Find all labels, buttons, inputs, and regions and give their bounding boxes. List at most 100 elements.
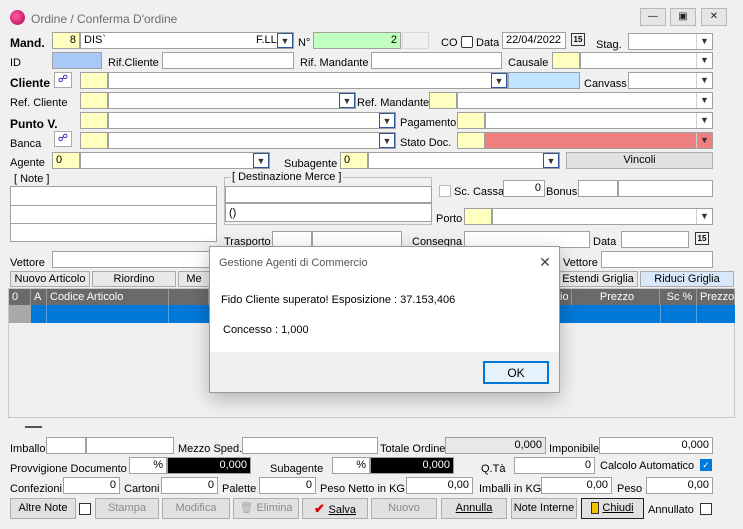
chevron-down-icon[interactable]: ▼	[379, 133, 395, 148]
ok-button[interactable]: OK	[483, 361, 549, 384]
cliente-code[interactable]	[80, 72, 108, 89]
chevron-down-icon[interactable]: ▼	[543, 153, 559, 168]
subagente-label: Subagente	[284, 158, 338, 170]
calendar-icon[interactable]: 15	[571, 33, 585, 46]
data2-field[interactable]	[621, 231, 689, 248]
sc-cassa-checkbox[interactable]	[439, 185, 451, 197]
bonus-field-2[interactable]	[618, 180, 713, 197]
chevron-down-icon[interactable]: ▼	[253, 153, 269, 168]
canvass-select[interactable]: ▼	[628, 72, 713, 89]
tab-riordino[interactable]: Riordino	[92, 271, 176, 287]
imballi-field[interactable]: 0,00	[541, 477, 612, 494]
pagamento-select[interactable]: ▼	[485, 112, 713, 129]
annulla-button[interactable]: Annulla	[441, 498, 507, 519]
chevron-down-icon[interactable]: ▼	[339, 93, 355, 108]
dest-field-1[interactable]	[225, 186, 432, 203]
mand-name-field[interactable]: DIS` F.LL ▼	[80, 32, 294, 49]
annullato-checkbox[interactable]	[700, 503, 712, 515]
agente-code[interactable]: 0	[52, 152, 80, 169]
altre-note-button[interactable]: Altre Note	[10, 498, 76, 519]
stato-doc-select[interactable]: ▼	[485, 132, 713, 149]
punto-v-select[interactable]: ▼	[108, 112, 396, 129]
elimina-button[interactable]: 🗑 Elimina	[233, 498, 299, 519]
note-interne-button[interactable]: Note Interne	[511, 498, 577, 519]
n-field[interactable]: 2	[313, 32, 401, 49]
stato-doc-code[interactable]	[457, 132, 485, 149]
modifica-button[interactable]: Modifica	[162, 498, 230, 519]
calendar-icon[interactable]: 15	[695, 232, 709, 245]
cliente-extra-field[interactable]	[508, 72, 580, 89]
porto-select[interactable]: ▼	[492, 208, 713, 225]
rif-mandante-field[interactable]	[371, 52, 502, 69]
splitter-handle[interactable]	[25, 426, 42, 428]
sc-cassa-field[interactable]: 0	[503, 180, 545, 197]
co-checkbox[interactable]	[461, 36, 473, 48]
id-field[interactable]	[52, 52, 102, 69]
maximize-button[interactable]: ▣	[670, 8, 696, 26]
imballo-field-2[interactable]	[86, 437, 174, 454]
peso-label: Peso	[617, 483, 643, 495]
subagente-code[interactable]: 0	[340, 152, 368, 169]
subagente-select[interactable]: ▼	[368, 152, 560, 169]
rif-mandante-label: Rif. Mandante	[300, 57, 369, 69]
link-icon[interactable]: ☍	[54, 131, 72, 147]
imballo-field-1[interactable]	[46, 437, 86, 454]
rif-cliente-field[interactable]	[162, 52, 294, 69]
cliente-select[interactable]: ▼	[108, 72, 508, 89]
chevron-down-icon[interactable]: ▼	[277, 33, 293, 48]
minimize-button[interactable]: —	[640, 8, 666, 26]
ref-mandante-select[interactable]: ▼	[457, 92, 713, 109]
confezioni-field[interactable]: 0	[63, 477, 120, 494]
sub-pct[interactable]: %	[332, 457, 370, 474]
peso-field[interactable]: 0,00	[646, 477, 713, 494]
tab-riduci-griglia[interactable]: Riduci Griglia	[640, 271, 734, 287]
tab-nuovo-articolo[interactable]: Nuovo Articolo	[10, 271, 90, 287]
palette-field[interactable]: 0	[259, 477, 316, 494]
cartoni-field[interactable]: 0	[161, 477, 218, 494]
close-button[interactable]: ✕	[701, 8, 727, 26]
chiudi-button[interactable]: Chiudi	[581, 498, 644, 519]
chevron-down-icon[interactable]: ▼	[379, 113, 395, 128]
mezzo-field[interactable]	[242, 437, 378, 454]
tab-me[interactable]: Me	[178, 271, 210, 287]
causale-select[interactable]: ▼	[580, 52, 713, 69]
banca-code[interactable]	[80, 132, 108, 149]
grid-row-selector[interactable]	[9, 305, 31, 323]
ref-mandante-label: Ref. Mandante	[357, 97, 430, 109]
salva-button[interactable]: ✔ Salva	[302, 498, 368, 519]
ref-cliente-code[interactable]	[80, 92, 108, 109]
chevron-down-icon: ▼	[696, 73, 712, 88]
grid-header-io: io	[560, 289, 572, 305]
vettore-field[interactable]	[52, 251, 222, 268]
mand-code-field[interactable]: 8	[52, 32, 80, 49]
dest-field-2[interactable]: ()	[225, 203, 432, 222]
note-box[interactable]	[10, 186, 217, 242]
pagamento-code[interactable]	[457, 112, 485, 129]
vettore2-field[interactable]	[601, 251, 713, 268]
title-bar: Ordine / Conferma D'ordine — ▣ ✕	[0, 0, 743, 30]
tab-estendi-griglia[interactable]: Estendi Griglia	[558, 271, 638, 287]
vincoli-button[interactable]: Vincoli	[566, 152, 713, 169]
agente-select[interactable]: ▼	[80, 152, 270, 169]
ref-mandante-code[interactable]	[429, 92, 457, 109]
ref-cliente-select[interactable]: ▼	[108, 92, 356, 109]
pagamento-label: Pagamento	[400, 117, 457, 129]
bonus-field-1[interactable]	[578, 180, 618, 197]
stag-select[interactable]: ▼	[628, 33, 713, 50]
close-icon[interactable]: ✕	[537, 254, 553, 270]
punto-v-code[interactable]	[80, 112, 108, 129]
chevron-down-icon[interactable]: ▼	[491, 73, 507, 88]
calcolo-checkbox[interactable]: ✓	[700, 459, 712, 471]
data-field[interactable]: 22/04/2022	[502, 32, 566, 49]
provv-pct[interactable]: %	[129, 457, 167, 474]
blank-field[interactable]	[402, 32, 429, 49]
nuovo-button[interactable]: Nuovo	[371, 498, 437, 519]
peso-netto-field[interactable]: 0,00	[406, 477, 473, 494]
link-icon[interactable]: ☍	[54, 72, 72, 88]
altre-note-checkbox[interactable]	[79, 503, 91, 515]
banca-select[interactable]: ▼	[108, 132, 396, 149]
causale-code[interactable]	[552, 52, 580, 69]
porto-label: Porto	[436, 213, 463, 225]
stampa-button[interactable]: Stampa	[95, 498, 159, 519]
porto-code[interactable]	[464, 208, 492, 225]
